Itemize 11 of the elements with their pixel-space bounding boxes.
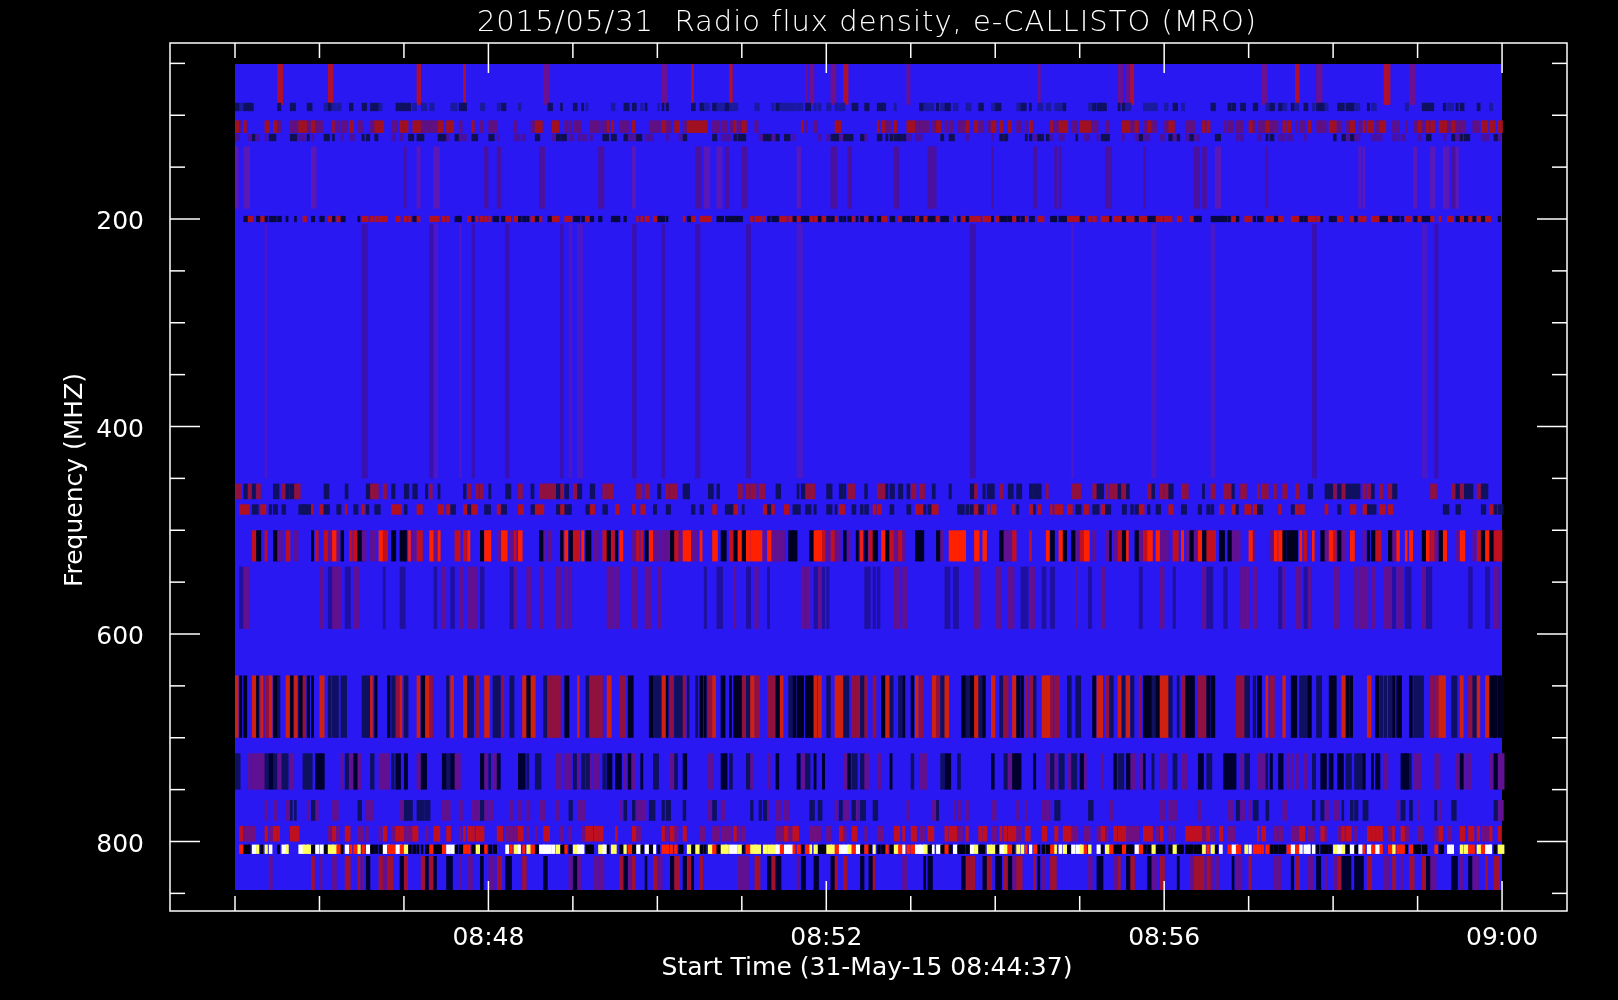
y-tick-label: 600 xyxy=(96,621,144,650)
x-tick-label: 08:52 xyxy=(790,922,863,951)
y-axis-title: Frequency (MHZ) xyxy=(59,372,88,588)
x-axis-title: Start Time (31-May-15 08:44:37) xyxy=(661,952,1073,981)
x-tick-label: 08:56 xyxy=(1128,922,1201,951)
y-tick-label: 400 xyxy=(96,413,144,443)
y-tick-label: 200 xyxy=(96,206,144,235)
y-tick-label: 800 xyxy=(96,828,144,858)
x-tick-label: 08:48 xyxy=(452,922,525,951)
chart-title: 2015/05/31 Radio flux density, e-CALLISTO (MRO) xyxy=(476,4,1258,38)
x-tick-label: 09:00 xyxy=(1466,922,1539,951)
